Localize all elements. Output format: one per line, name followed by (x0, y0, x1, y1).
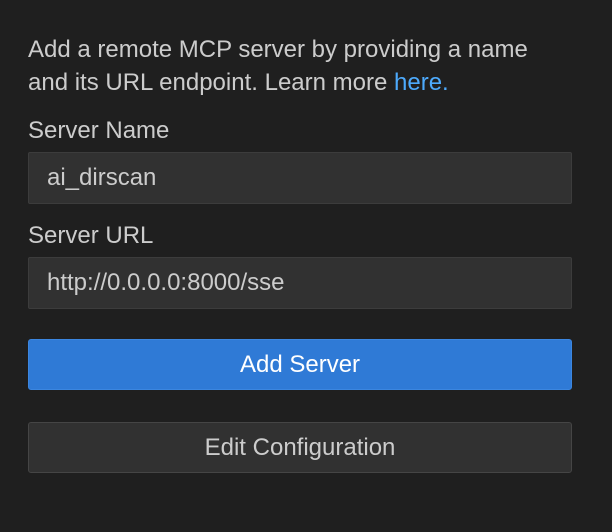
add-mcp-server-panel: Add a remote MCP server by providing a n… (0, 0, 612, 532)
learn-more-link[interactable]: here. (394, 69, 449, 96)
server-name-label: Server Name (28, 117, 170, 144)
edit-configuration-button[interactable]: Edit Configuration (28, 422, 572, 473)
intro-description: Add a remote MCP server by providing a n… (28, 33, 548, 99)
intro-text: Add a remote MCP server by providing a n… (28, 36, 528, 96)
server-url-input[interactable] (28, 257, 572, 309)
server-url-label: Server URL (28, 222, 154, 249)
add-server-button[interactable]: Add Server (28, 339, 572, 390)
server-name-input[interactable] (28, 152, 572, 204)
